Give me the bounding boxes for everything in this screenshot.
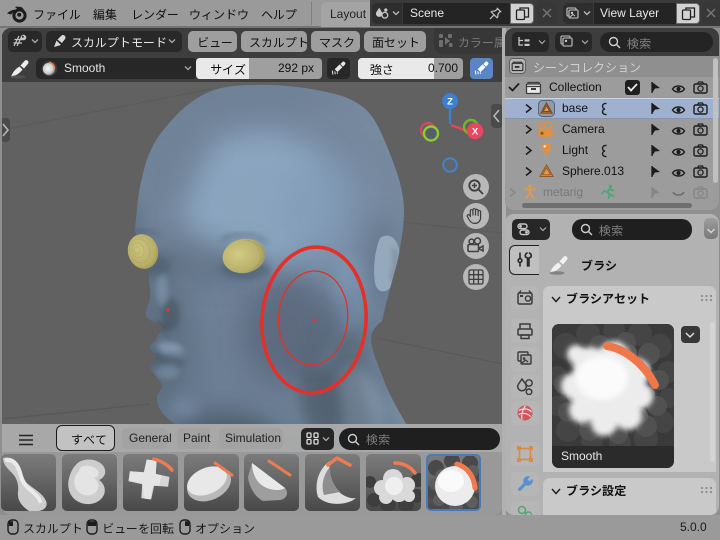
svg-text:X: X [472,127,479,138]
svg-text:Z: Z [447,97,453,108]
